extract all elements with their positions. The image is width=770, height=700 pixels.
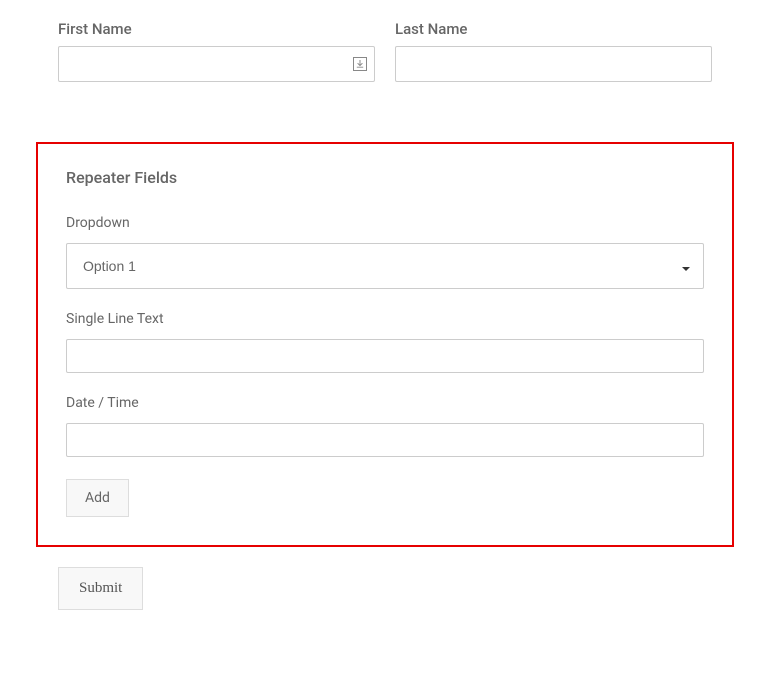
first-name-field: First Name [58,20,375,82]
first-name-input[interactable] [58,46,375,82]
submit-row: Submit [30,567,740,610]
first-name-label: First Name [58,20,375,38]
last-name-field: Last Name [395,20,712,82]
single-line-input[interactable] [66,339,704,373]
form-container: First Name Last Name Repeater Fields Dro… [0,0,770,630]
single-line-label: Single Line Text [66,311,704,327]
last-name-input[interactable] [395,46,712,82]
first-name-input-wrapper [58,46,375,82]
repeater-title: Repeater Fields [66,168,704,187]
datetime-field: Date / Time [66,395,704,457]
datetime-label: Date / Time [66,395,704,411]
dropdown-select[interactable]: Option 1 [66,243,704,289]
dropdown-field: Dropdown Option 1 [66,215,704,289]
dropdown-label: Dropdown [66,215,704,231]
submit-button[interactable]: Submit [58,567,143,610]
add-button[interactable]: Add [66,479,129,517]
datetime-input[interactable] [66,423,704,457]
last-name-label: Last Name [395,20,712,38]
single-line-field: Single Line Text [66,311,704,373]
repeater-fields-box: Repeater Fields Dropdown Option 1 Single… [36,142,734,547]
name-row: First Name Last Name [30,20,740,82]
dropdown-wrapper: Option 1 [66,243,704,289]
